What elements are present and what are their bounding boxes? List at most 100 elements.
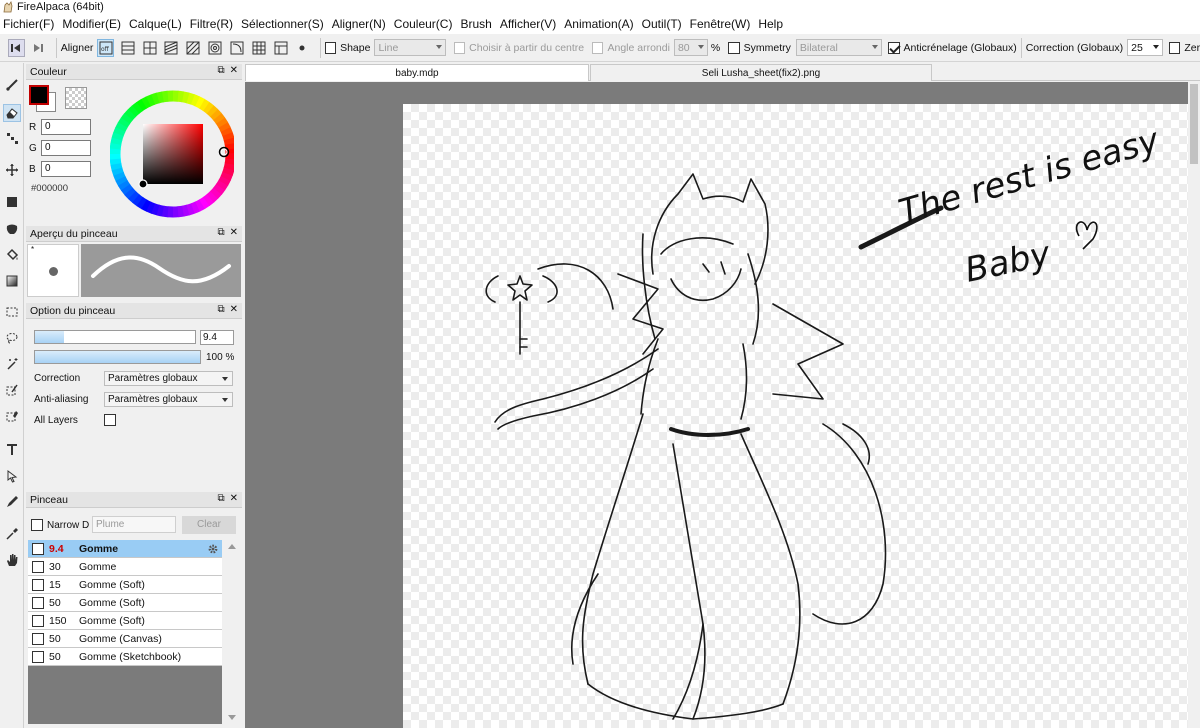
symmetry-checkbox[interactable] — [728, 41, 740, 54]
menu-outil[interactable]: Outil(T) — [639, 17, 687, 31]
menu-fichier[interactable]: Fichier(F) — [0, 17, 59, 31]
brush-row[interactable]: 15 Gomme (Soft) — [28, 576, 222, 594]
undock-icon[interactable]: ⧉ — [217, 227, 224, 238]
menu-couleur[interactable]: Couleur(C) — [391, 17, 458, 31]
brush-tool[interactable] — [3, 76, 21, 94]
canvas-vertical-scrollbar[interactable] — [1188, 82, 1200, 728]
chevron-down-icon[interactable] — [228, 715, 236, 720]
select-pen-tool[interactable] — [3, 381, 21, 399]
move-tool[interactable] — [3, 161, 21, 179]
snap-perspective-button[interactable] — [272, 39, 289, 57]
snap-vanishing-button[interactable] — [163, 39, 180, 57]
brush-checkbox[interactable] — [32, 560, 44, 573]
brush-checkbox[interactable] — [32, 614, 44, 627]
brush-row[interactable]: 30 Gomme — [28, 558, 222, 576]
round-corner-checkbox[interactable] — [592, 41, 604, 54]
opacity-slider[interactable] — [34, 350, 201, 364]
zero-checkbox[interactable] — [1168, 41, 1181, 54]
menu-brush[interactable]: Brush — [457, 17, 496, 31]
brush-checkbox[interactable] — [32, 650, 44, 663]
green-input[interactable]: 0 — [41, 140, 91, 156]
red-input[interactable]: 0 — [41, 119, 91, 135]
lasso-tool[interactable] — [3, 329, 21, 347]
shape-checkbox[interactable] — [324, 41, 337, 54]
chevron-up-icon[interactable] — [228, 544, 236, 549]
snap-curve-button[interactable] — [229, 39, 246, 57]
brush-checkbox[interactable] — [32, 542, 44, 555]
dot-tool[interactable] — [3, 129, 21, 147]
operation-tool[interactable] — [3, 467, 21, 485]
sv-marker[interactable] — [138, 179, 148, 189]
menu-animation[interactable]: Animation(A) — [561, 17, 638, 31]
shape-select[interactable]: Line — [374, 39, 446, 56]
prev-frame-button[interactable] — [8, 38, 25, 57]
menu-filtre[interactable]: Filtre(R) — [187, 17, 238, 31]
symmetry-select[interactable]: Bilateral — [795, 39, 883, 56]
fill-lasso-tool[interactable] — [3, 220, 21, 238]
menu-afficher[interactable]: Afficher(V) — [497, 17, 561, 31]
brush-row[interactable]: 50 Gomme (Canvas) — [28, 630, 222, 648]
bucket-tool[interactable] — [3, 246, 21, 264]
brush-row[interactable]: 150 Gomme (Soft) — [28, 612, 222, 630]
brush-row[interactable]: 50 Gomme (Sketchbook) — [28, 648, 222, 666]
magic-wand-tool[interactable] — [3, 355, 21, 373]
correction-select[interactable]: 25 — [1127, 39, 1163, 56]
menu-calque[interactable]: Calque(L) — [126, 17, 187, 31]
canvas-workspace[interactable]: The rest is easy Baby — [245, 82, 1188, 728]
brush-size-slider[interactable] — [34, 330, 196, 344]
snap-grid-button[interactable] — [250, 39, 267, 57]
pen-tool[interactable] — [3, 493, 21, 511]
menu-selectionner[interactable]: Sélectionner(S) — [238, 17, 329, 31]
rect-select-tool[interactable] — [3, 303, 21, 321]
brush-list-scrollbar[interactable] — [224, 540, 240, 728]
text-tool[interactable] — [3, 440, 21, 458]
brush-search-input[interactable]: Plume — [92, 516, 176, 533]
close-icon[interactable]: ✕ — [230, 304, 238, 315]
menu-fenetre[interactable]: Fenêtre(W) — [687, 17, 756, 31]
gear-icon[interactable] — [207, 543, 219, 555]
color-wheel[interactable] — [110, 86, 234, 220]
menu-aligner[interactable]: Aligner(N) — [329, 17, 391, 31]
correction-dropdown[interactable]: Paramètres globaux — [104, 371, 233, 386]
fill-shape-tool[interactable] — [3, 193, 21, 211]
gradient-tool[interactable] — [3, 272, 21, 290]
tab-baby-mdp[interactable]: baby.mdp — [245, 64, 589, 81]
menu-help[interactable]: Help — [755, 17, 788, 31]
close-icon[interactable]: ✕ — [230, 227, 238, 238]
center-checkbox[interactable] — [453, 41, 466, 54]
menu-modifier[interactable]: Modifier(E) — [59, 17, 126, 31]
round-corner-select[interactable]: 80 — [673, 39, 708, 56]
snap-diagonal-button[interactable] — [185, 39, 202, 57]
brush-row[interactable]: 9.4 Gomme — [28, 540, 222, 558]
brush-row[interactable]: 50 Gomme (Soft) — [28, 594, 222, 612]
brush-checkbox[interactable] — [32, 578, 44, 591]
select-eraser-tool[interactable] — [3, 407, 21, 425]
eyedropper-tool[interactable] — [3, 525, 21, 543]
transparent-color-swatch[interactable] — [65, 87, 87, 109]
snap-point-button[interactable] — [294, 39, 311, 57]
blue-input[interactable]: 0 — [41, 161, 91, 177]
antialias-checkbox[interactable] — [888, 41, 900, 54]
antialias-dropdown[interactable]: Paramètres globaux — [104, 392, 233, 407]
close-icon[interactable]: ✕ — [230, 65, 238, 76]
hand-tool[interactable] — [3, 551, 21, 569]
all-layers-checkbox[interactable] — [104, 414, 116, 426]
undock-icon[interactable]: ⧉ — [217, 304, 224, 315]
scrollbar-thumb[interactable] — [1190, 84, 1198, 164]
narrow-down-checkbox[interactable] — [31, 519, 43, 531]
primary-color-swatch[interactable] — [29, 85, 49, 105]
snap-parallel-button[interactable] — [119, 39, 136, 57]
snap-concentric-button[interactable] — [207, 39, 224, 57]
brush-checkbox[interactable] — [32, 596, 44, 609]
close-icon[interactable]: ✕ — [230, 493, 238, 504]
drawing-canvas[interactable]: The rest is easy Baby — [403, 104, 1188, 728]
next-frame-button[interactable] — [30, 39, 47, 57]
undock-icon[interactable]: ⧉ — [217, 493, 224, 504]
brush-checkbox[interactable] — [32, 632, 44, 645]
undock-icon[interactable]: ⧉ — [217, 65, 224, 76]
snap-cross-button[interactable] — [141, 39, 158, 57]
snap-off-button[interactable]: off — [97, 38, 115, 57]
tab-seli-lusha-sheet[interactable]: Seli Lusha_sheet(fix2).png — [590, 64, 932, 81]
eraser-tool[interactable] — [3, 104, 21, 122]
brush-size-value[interactable]: 9.4 — [200, 330, 234, 345]
